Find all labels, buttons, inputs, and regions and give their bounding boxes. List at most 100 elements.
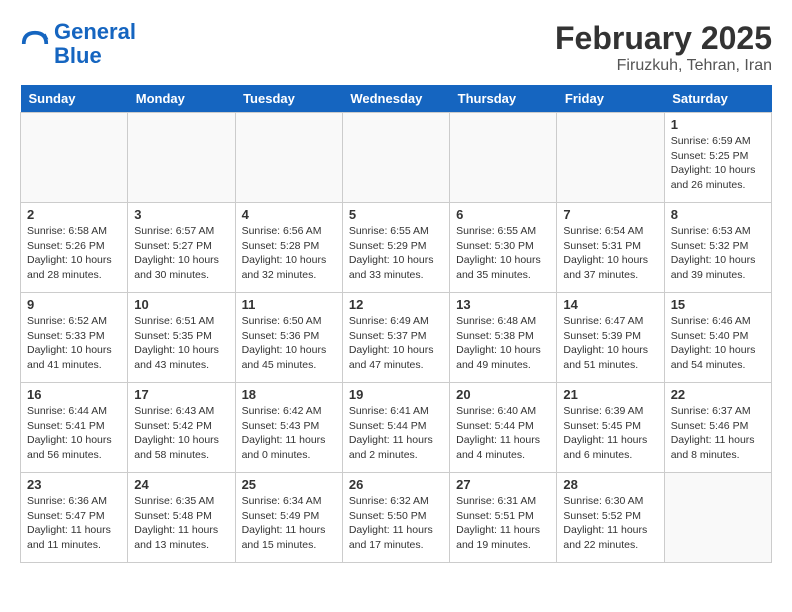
day-number: 23 bbox=[27, 477, 121, 492]
calendar-week-row: 1 Sunrise: 6:59 AM Sunset: 5:25 PM Daylig… bbox=[21, 113, 772, 203]
calendar-week-row: 9 Sunrise: 6:52 AM Sunset: 5:33 PM Daylig… bbox=[21, 293, 772, 383]
day-number: 1 bbox=[671, 117, 765, 132]
day-number: 11 bbox=[242, 297, 336, 312]
day-number: 27 bbox=[456, 477, 550, 492]
day-info: Sunrise: 6:37 AM Sunset: 5:46 PM Dayligh… bbox=[671, 404, 765, 463]
day-info: Sunrise: 6:56 AM Sunset: 5:28 PM Dayligh… bbox=[242, 224, 336, 283]
day-info: Sunrise: 6:52 AM Sunset: 5:33 PM Dayligh… bbox=[27, 314, 121, 373]
day-number: 18 bbox=[242, 387, 336, 402]
day-number: 8 bbox=[671, 207, 765, 222]
day-number: 25 bbox=[242, 477, 336, 492]
calendar-cell: 19 Sunrise: 6:41 AM Sunset: 5:44 PM Dayli… bbox=[342, 383, 449, 473]
weekday-header-row: SundayMondayTuesdayWednesdayThursdayFrid… bbox=[21, 85, 772, 113]
day-number: 13 bbox=[456, 297, 550, 312]
day-number: 9 bbox=[27, 297, 121, 312]
page-header: General Blue February 2025 Firuzkuh, Teh… bbox=[20, 20, 772, 75]
weekday-header: Sunday bbox=[21, 85, 128, 113]
day-number: 7 bbox=[563, 207, 657, 222]
calendar-cell: 3Sunrise: 6:57 AM Sunset: 5:27 PM Daylig… bbox=[128, 203, 235, 293]
calendar-cell: 8 Sunrise: 6:53 AM Sunset: 5:32 PM Daylig… bbox=[664, 203, 771, 293]
day-number: 6 bbox=[456, 207, 550, 222]
location: Firuzkuh, Tehran, Iran bbox=[555, 57, 772, 75]
calendar-cell: 12 Sunrise: 6:49 AM Sunset: 5:37 PM Dayli… bbox=[342, 293, 449, 383]
day-info: Sunrise: 6:44 AM Sunset: 5:41 PM Dayligh… bbox=[27, 404, 121, 463]
weekday-header: Tuesday bbox=[235, 85, 342, 113]
calendar-cell bbox=[21, 113, 128, 203]
month-title: February 2025 bbox=[555, 20, 772, 57]
logo-blue: Blue bbox=[54, 43, 102, 68]
day-info: Sunrise: 6:50 AM Sunset: 5:36 PM Dayligh… bbox=[242, 314, 336, 373]
calendar-cell: 18 Sunrise: 6:42 AM Sunset: 5:43 PM Dayli… bbox=[235, 383, 342, 473]
day-info: Sunrise: 6:48 AM Sunset: 5:38 PM Dayligh… bbox=[456, 314, 550, 373]
calendar-cell: 23 Sunrise: 6:36 AM Sunset: 5:47 PM Dayli… bbox=[21, 473, 128, 563]
calendar-cell: 26Sunrise: 6:32 AM Sunset: 5:50 PM Dayli… bbox=[342, 473, 449, 563]
day-number: 14 bbox=[563, 297, 657, 312]
calendar-week-row: 16 Sunrise: 6:44 AM Sunset: 5:41 PM Dayli… bbox=[21, 383, 772, 473]
day-info: Sunrise: 6:58 AM Sunset: 5:26 PM Dayligh… bbox=[27, 224, 121, 283]
weekday-header: Wednesday bbox=[342, 85, 449, 113]
day-info: Sunrise: 6:51 AM Sunset: 5:35 PM Dayligh… bbox=[134, 314, 228, 373]
day-info: Sunrise: 6:41 AM Sunset: 5:44 PM Dayligh… bbox=[349, 404, 443, 463]
calendar-cell bbox=[128, 113, 235, 203]
calendar-cell: 6 Sunrise: 6:55 AM Sunset: 5:30 PM Daylig… bbox=[450, 203, 557, 293]
calendar-cell: 21 Sunrise: 6:39 AM Sunset: 5:45 PM Dayli… bbox=[557, 383, 664, 473]
day-info: Sunrise: 6:55 AM Sunset: 5:29 PM Dayligh… bbox=[349, 224, 443, 283]
logo-icon bbox=[20, 29, 50, 59]
day-info: Sunrise: 6:39 AM Sunset: 5:45 PM Dayligh… bbox=[563, 404, 657, 463]
day-number: 4 bbox=[242, 207, 336, 222]
day-number: 17 bbox=[134, 387, 228, 402]
logo: General Blue bbox=[20, 20, 136, 68]
calendar-week-row: 2 Sunrise: 6:58 AM Sunset: 5:26 PM Daylig… bbox=[21, 203, 772, 293]
calendar-cell: 10Sunrise: 6:51 AM Sunset: 5:35 PM Dayli… bbox=[128, 293, 235, 383]
day-info: Sunrise: 6:49 AM Sunset: 5:37 PM Dayligh… bbox=[349, 314, 443, 373]
calendar-cell: 4 Sunrise: 6:56 AM Sunset: 5:28 PM Daylig… bbox=[235, 203, 342, 293]
calendar-cell: 20Sunrise: 6:40 AM Sunset: 5:44 PM Dayli… bbox=[450, 383, 557, 473]
calendar-cell: 27Sunrise: 6:31 AM Sunset: 5:51 PM Dayli… bbox=[450, 473, 557, 563]
calendar-cell bbox=[342, 113, 449, 203]
weekday-header: Saturday bbox=[664, 85, 771, 113]
day-number: 15 bbox=[671, 297, 765, 312]
day-info: Sunrise: 6:42 AM Sunset: 5:43 PM Dayligh… bbox=[242, 404, 336, 463]
calendar-cell: 5 Sunrise: 6:55 AM Sunset: 5:29 PM Daylig… bbox=[342, 203, 449, 293]
calendar-cell: 13 Sunrise: 6:48 AM Sunset: 5:38 PM Dayli… bbox=[450, 293, 557, 383]
day-number: 19 bbox=[349, 387, 443, 402]
calendar-cell bbox=[664, 473, 771, 563]
day-number: 3 bbox=[134, 207, 228, 222]
day-info: Sunrise: 6:30 AM Sunset: 5:52 PM Dayligh… bbox=[563, 494, 657, 553]
day-number: 24 bbox=[134, 477, 228, 492]
calendar-cell bbox=[235, 113, 342, 203]
calendar-cell: 28 Sunrise: 6:30 AM Sunset: 5:52 PM Dayli… bbox=[557, 473, 664, 563]
day-info: Sunrise: 6:34 AM Sunset: 5:49 PM Dayligh… bbox=[242, 494, 336, 553]
calendar-cell: 9 Sunrise: 6:52 AM Sunset: 5:33 PM Daylig… bbox=[21, 293, 128, 383]
day-info: Sunrise: 6:35 AM Sunset: 5:48 PM Dayligh… bbox=[134, 494, 228, 553]
day-info: Sunrise: 6:55 AM Sunset: 5:30 PM Dayligh… bbox=[456, 224, 550, 283]
day-info: Sunrise: 6:53 AM Sunset: 5:32 PM Dayligh… bbox=[671, 224, 765, 283]
day-number: 21 bbox=[563, 387, 657, 402]
day-number: 26 bbox=[349, 477, 443, 492]
day-info: Sunrise: 6:59 AM Sunset: 5:25 PM Dayligh… bbox=[671, 134, 765, 193]
calendar-week-row: 23 Sunrise: 6:36 AM Sunset: 5:47 PM Dayli… bbox=[21, 473, 772, 563]
day-number: 28 bbox=[563, 477, 657, 492]
title-section: February 2025 Firuzkuh, Tehran, Iran bbox=[555, 20, 772, 75]
day-number: 20 bbox=[456, 387, 550, 402]
calendar-cell bbox=[450, 113, 557, 203]
calendar-cell: 17Sunrise: 6:43 AM Sunset: 5:42 PM Dayli… bbox=[128, 383, 235, 473]
day-number: 2 bbox=[27, 207, 121, 222]
calendar-cell: 7Sunrise: 6:54 AM Sunset: 5:31 PM Daylig… bbox=[557, 203, 664, 293]
calendar-cell: 11 Sunrise: 6:50 AM Sunset: 5:36 PM Dayli… bbox=[235, 293, 342, 383]
calendar-cell: 22 Sunrise: 6:37 AM Sunset: 5:46 PM Dayli… bbox=[664, 383, 771, 473]
calendar-cell: 14 Sunrise: 6:47 AM Sunset: 5:39 PM Dayli… bbox=[557, 293, 664, 383]
day-info: Sunrise: 6:46 AM Sunset: 5:40 PM Dayligh… bbox=[671, 314, 765, 373]
weekday-header: Monday bbox=[128, 85, 235, 113]
calendar-cell: 16 Sunrise: 6:44 AM Sunset: 5:41 PM Dayli… bbox=[21, 383, 128, 473]
weekday-header: Thursday bbox=[450, 85, 557, 113]
calendar-cell: 15 Sunrise: 6:46 AM Sunset: 5:40 PM Dayli… bbox=[664, 293, 771, 383]
day-number: 12 bbox=[349, 297, 443, 312]
day-number: 16 bbox=[27, 387, 121, 402]
day-info: Sunrise: 6:47 AM Sunset: 5:39 PM Dayligh… bbox=[563, 314, 657, 373]
calendar-cell: 24 Sunrise: 6:35 AM Sunset: 5:48 PM Dayli… bbox=[128, 473, 235, 563]
day-number: 22 bbox=[671, 387, 765, 402]
day-number: 5 bbox=[349, 207, 443, 222]
day-info: Sunrise: 6:36 AM Sunset: 5:47 PM Dayligh… bbox=[27, 494, 121, 553]
calendar-cell: 2 Sunrise: 6:58 AM Sunset: 5:26 PM Daylig… bbox=[21, 203, 128, 293]
